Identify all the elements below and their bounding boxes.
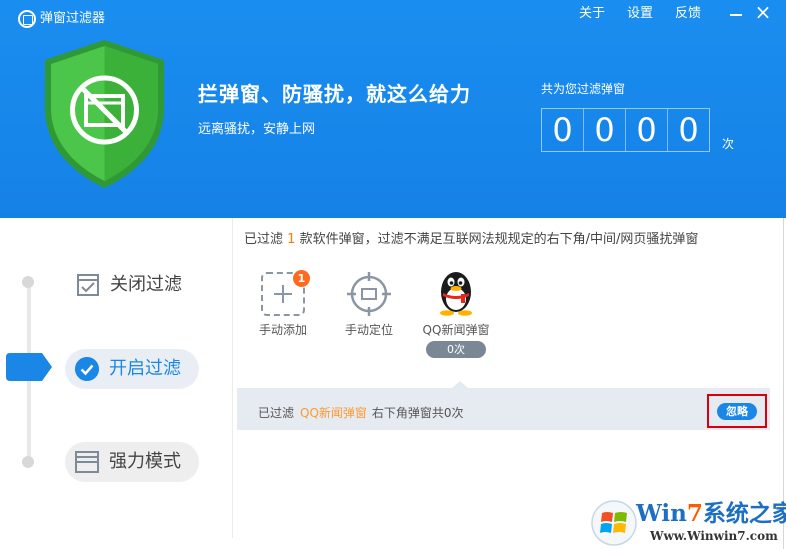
qq-penguin-icon (440, 272, 472, 316)
filtered-count-display: 0 0 0 0 (541, 108, 710, 152)
ignore-highlight-frame: 忽略 (707, 394, 767, 428)
summary-suffix: 款软件弹窗，过滤不满足互联网法规规定的右下角/中间/网页骚扰弹窗 (299, 232, 699, 247)
manual-locate-label: 手动定位 (344, 323, 393, 337)
filter-summary: 已过滤 1 款软件弹窗，过滤不满足互联网法规规定的右下角/中间/网页骚扰弹窗 (244, 231, 698, 249)
mode-on-option[interactable]: 开启过滤 (65, 349, 199, 389)
manual-add-label: 手动添加 (258, 323, 307, 337)
count-digit: 0 (678, 111, 699, 149)
count-digit: 0 (626, 109, 668, 151)
close-icon[interactable]: × (752, 2, 774, 24)
windows-flag-logo-icon (591, 500, 637, 546)
window-title: 弹窗过滤器 (40, 11, 106, 26)
filtered-count-label: 共为您过滤弹窗 (541, 82, 626, 96)
mode-strong-option[interactable]: 强力模式 (65, 442, 199, 482)
panel-divider (232, 218, 233, 538)
qq-news-popup-label: QQ新闻弹窗 (422, 323, 490, 337)
menu-about[interactable]: 关于 (579, 5, 605, 23)
check-circle-icon (75, 357, 99, 381)
checkbox-icon (77, 274, 99, 296)
menu-settings[interactable]: 设置 (627, 5, 653, 23)
watermark-brand-seven: 7 (686, 500, 703, 527)
selection-pointer-icon (452, 381, 468, 388)
count-digit: 0 (542, 109, 584, 151)
qq-news-popup-count: 0次 (426, 341, 486, 358)
blocked-window-shield-icon (45, 40, 164, 188)
minimize-icon[interactable] (726, 4, 746, 24)
crosshair-target-icon (347, 272, 391, 316)
summary-count: 1 (287, 232, 296, 247)
record-app-name: QQ新闻弹窗 (300, 406, 367, 420)
sub-slogan: 远离骚扰，安静上网 (198, 122, 316, 137)
count-digit: 0 (584, 109, 626, 151)
watermark-url: Www.Winwin7.com (650, 529, 778, 543)
mode-slider-stop-strong[interactable] (22, 456, 34, 468)
mode-slider-stop-off[interactable] (22, 276, 34, 288)
filter-record-row: 已过滤 QQ新闻弹窗 右下角弹窗共0次 忽略 (237, 388, 770, 430)
watermark-brand-suffix: 系统之家 (702, 500, 786, 527)
record-text: 已过滤 QQ新闻弹窗 右下角弹窗共0次 (258, 405, 464, 421)
manual-locate-tool[interactable]: 手动定位 (341, 272, 397, 338)
menu-feedback[interactable]: 反馈 (675, 5, 701, 23)
mode-on-label: 开启过滤 (109, 358, 181, 379)
summary-prefix: 已过滤 (244, 232, 284, 247)
app-logo-icon (18, 10, 36, 28)
slogan: 拦弹窗、防骚扰，就这么给力 (198, 82, 471, 106)
mode-off-option[interactable]: 关闭过滤 (76, 265, 182, 305)
notification-badge: 1 (293, 270, 310, 287)
mode-off-label: 关闭过滤 (110, 274, 182, 295)
watermark-brand-prefix: Win (636, 500, 687, 527)
count-unit: 次 (722, 137, 735, 151)
qq-news-popup-item[interactable]: QQ新闻弹窗 0次 (418, 268, 494, 358)
record-detail: 右下角弹窗共0次 (371, 406, 464, 420)
mode-slider-handle-icon[interactable] (6, 353, 52, 381)
header-banner: 弹窗过滤器 关于 设置 反馈 × 拦弹窗、防骚扰，就这么给力 远离骚扰，安静上网… (0, 0, 786, 218)
stacked-windows-icon (75, 451, 99, 473)
record-prefix: 已过滤 (258, 406, 295, 420)
watermark-brand: Win7系统之家 (636, 499, 786, 529)
mode-strong-label: 强力模式 (109, 451, 181, 472)
ignore-button[interactable]: 忽略 (717, 403, 757, 420)
